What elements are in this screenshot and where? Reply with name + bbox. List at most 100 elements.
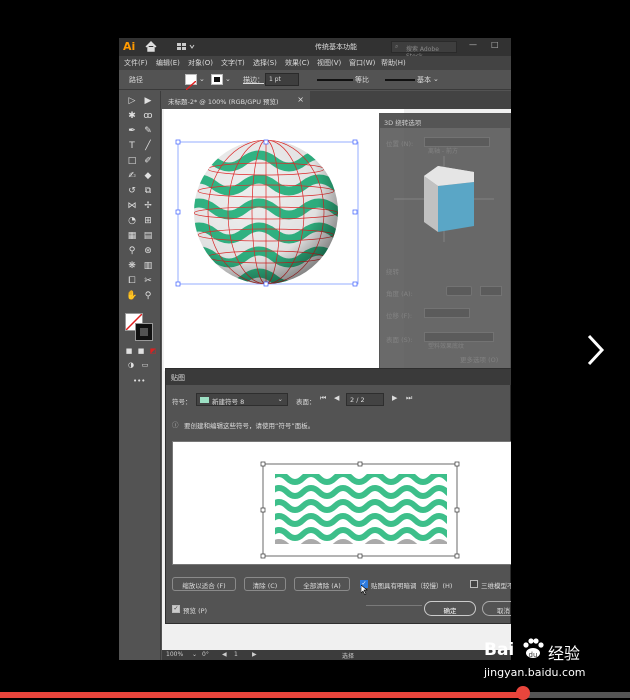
first-surface-icon[interactable]: ⏮ [320, 394, 326, 403]
map-preview-area[interactable] [172, 441, 511, 565]
curvature-tool-icon[interactable]: ✎ [142, 125, 154, 137]
next-surface-icon[interactable]: ▶ [392, 394, 397, 402]
color-mode-icon[interactable]: ■ [135, 345, 147, 357]
brush-dropdown-icon[interactable]: ⌄ [433, 75, 439, 83]
free-transform-tool-icon[interactable]: ✢ [142, 200, 154, 212]
menu-select[interactable]: 选择(S) [253, 58, 277, 68]
stroke-dropdown-icon[interactable]: ⌄ [225, 75, 231, 83]
invisible-geometry-label[interactable]: 三维模型不可见 (V) [481, 580, 511, 590]
mouse-cursor-icon [361, 585, 368, 595]
close-tab-icon[interactable]: × [297, 95, 304, 104]
menu-effect[interactable]: 效果(C) [285, 58, 309, 68]
zoom-tool-icon[interactable]: ⚲ [142, 290, 154, 302]
hand-tool-icon[interactable]: ✋ [126, 290, 138, 302]
surface-select[interactable]: 塑料效果底纹 [424, 332, 494, 350]
artboard-tool-icon[interactable]: ⧠ [126, 275, 138, 287]
more-tools-icon[interactable]: ••• [133, 375, 145, 387]
zoom-level[interactable]: 100% [166, 651, 183, 658]
mesh-tool-icon[interactable]: ▦ [126, 230, 138, 242]
status-mode[interactable]: 选择 [342, 651, 354, 660]
artboard-number[interactable]: 1 [234, 651, 238, 658]
clear-button[interactable]: 清除 (C) [244, 577, 286, 591]
magic-wand-tool-icon[interactable]: ✱ [126, 110, 138, 122]
shaper-tool-icon[interactable]: ✍ [126, 170, 138, 182]
minimize-button[interactable]: — [469, 40, 477, 49]
menu-window[interactable]: 窗口(W) [349, 58, 375, 68]
more-options-button[interactable]: 更多选项 (O) [460, 354, 498, 364]
menu-type[interactable]: 文字(T) [221, 58, 245, 68]
next-artboard-icon[interactable]: ▶ [252, 651, 257, 658]
gradient-tool-icon[interactable]: ▤ [142, 230, 154, 242]
offset-field[interactable] [424, 308, 470, 318]
surface-field[interactable]: 2 / 2 [346, 393, 384, 406]
pen-tool-icon[interactable]: ✒ [126, 125, 138, 137]
surface-value: 2 / 2 [350, 396, 365, 404]
ok-button[interactable]: 确定 [424, 601, 476, 616]
maximize-button[interactable]: □ [491, 40, 499, 49]
screen-mode-icon[interactable]: ▭ [139, 359, 151, 371]
arrange-documents-icon[interactable] [177, 43, 197, 51]
width-tool-icon[interactable]: ⋈ [126, 200, 138, 212]
title-bar: Ai 传统基本功能 ⌕ 搜索 Adobe Stock — □ [119, 38, 511, 60]
preview-checkbox[interactable]: ✓ [172, 605, 180, 613]
symbol-select[interactable]: 新建符号 8 ⌄ [196, 393, 288, 406]
eraser-tool-icon[interactable]: ◆ [142, 170, 154, 182]
draw-mode-icon[interactable]: ◑ [125, 359, 137, 371]
invisible-geometry-checkbox[interactable] [470, 580, 478, 588]
paintbrush-tool-icon[interactable]: ✐ [142, 155, 154, 167]
shade-artwork-label[interactable]: 贴图具有明暗调（较慢）(H) [371, 580, 452, 590]
last-surface-icon[interactable]: ⏭ [406, 394, 412, 403]
column-graph-tool-icon[interactable]: ▥ [142, 260, 154, 272]
zoom-dropdown-icon[interactable]: ⌄ [192, 651, 197, 658]
default-colors-icon[interactable]: ■ [123, 345, 135, 357]
fill-dropdown-icon[interactable]: ⌄ [199, 75, 205, 83]
symbol-sprayer-tool-icon[interactable]: ❋ [126, 260, 138, 272]
clear-all-button[interactable]: 全部清除 (A) [294, 577, 350, 591]
rotation-angle[interactable]: 0° [202, 651, 209, 658]
eyedropper-tool-icon[interactable]: ⚲ [126, 245, 138, 257]
brush-definition[interactable] [385, 79, 415, 81]
menu-edit[interactable]: 编辑(E) [156, 58, 180, 68]
variable-width-profile[interactable] [317, 79, 353, 81]
cancel-button[interactable]: 取消 [482, 601, 511, 616]
lasso-tool-icon[interactable]: ꝏ [142, 110, 154, 122]
type-tool-icon[interactable]: T [126, 140, 138, 152]
rotate-tool-icon[interactable]: ↺ [126, 185, 138, 197]
artboard[interactable] [164, 109, 404, 371]
workspace-switcher[interactable]: 传统基本功能 [315, 42, 357, 52]
mapped-sphere-artwork[interactable] [164, 109, 404, 371]
document-title: 未标题-2* @ 100% (RGB/GPU 预览) [168, 98, 279, 106]
next-slide-icon[interactable] [586, 333, 606, 367]
document-tab[interactable]: 未标题-2* @ 100% (RGB/GPU 预览) × [162, 91, 310, 109]
menu-help[interactable]: 帮助(H) [381, 58, 406, 68]
fill-swatch[interactable] [185, 74, 197, 91]
angle-field[interactable] [446, 286, 472, 296]
home-icon[interactable] [145, 41, 157, 52]
menu-object[interactable]: 对象(O) [188, 58, 213, 68]
surface-map-preview[interactable] [173, 442, 511, 566]
menu-file[interactable]: 文件(F) [124, 58, 148, 68]
preview-label[interactable]: 预览 (P) [183, 605, 207, 615]
perspective-grid-tool-icon[interactable]: ⊞ [142, 215, 154, 227]
blend-tool-icon[interactable]: ⊛ [142, 245, 154, 257]
angle-unit-field[interactable] [480, 286, 502, 296]
position-select[interactable]: 离轴 - 前方 [424, 137, 490, 155]
previous-surface-icon[interactable]: ◀ [334, 394, 339, 402]
scale-to-fit-button[interactable]: 缩放以适合 (F) [172, 577, 236, 591]
3d-cube-preview[interactable] [394, 156, 494, 242]
selection-tool-icon[interactable]: ▷ [126, 95, 138, 107]
stroke-weight-field[interactable]: 1 pt [265, 73, 299, 86]
line-tool-icon[interactable]: ╱ [142, 140, 154, 152]
stock-search-input[interactable]: ⌕ 搜索 Adobe Stock [391, 41, 457, 60]
menu-view[interactable]: 视图(V) [317, 58, 341, 68]
none-mode-icon[interactable]: ◩ [147, 345, 159, 357]
stroke-swatch[interactable] [211, 74, 223, 85]
prev-artboard-icon[interactable]: ◀ [222, 651, 227, 658]
stroke-indicator[interactable] [135, 323, 153, 341]
scale-tool-icon[interactable]: ⧉ [142, 185, 154, 197]
direct-selection-tool-icon[interactable]: ▶ [142, 95, 154, 107]
stroke-label[interactable]: 描边： [243, 75, 264, 85]
shape-builder-tool-icon[interactable]: ◔ [126, 215, 138, 227]
rectangle-tool-icon[interactable]: □ [126, 155, 138, 167]
slice-tool-icon[interactable]: ✂ [142, 275, 154, 287]
